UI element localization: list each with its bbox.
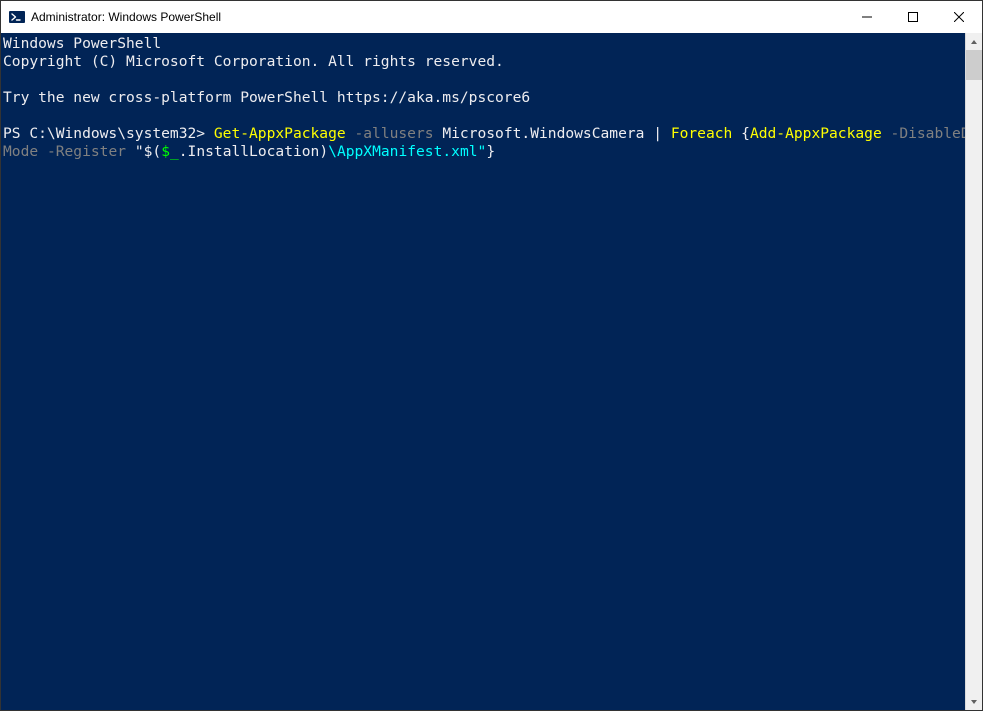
vertical-scrollbar[interactable] (965, 33, 982, 710)
titlebar[interactable]: Administrator: Windows PowerShell (1, 1, 982, 33)
cmdlet: Foreach (671, 125, 733, 142)
minimize-button[interactable] (844, 1, 890, 33)
string-path: \AppXManifest.xml" (328, 143, 486, 160)
parameter: -allusers (354, 125, 433, 142)
powershell-icon (9, 9, 25, 25)
brace: { (741, 125, 750, 142)
window-controls (844, 1, 982, 33)
scroll-down-button[interactable] (966, 693, 982, 710)
variable: $_ (161, 143, 179, 160)
output-line: Try the new cross-platform PowerShell ht… (3, 89, 530, 106)
scroll-thumb[interactable] (966, 50, 982, 80)
close-button[interactable] (936, 1, 982, 33)
terminal-area: Windows PowerShell Copyright (C) Microso… (1, 33, 982, 710)
brace-close: } (486, 143, 495, 160)
powershell-window: Administrator: Windows PowerShell Window… (0, 0, 983, 711)
terminal-output[interactable]: Windows PowerShell Copyright (C) Microso… (1, 33, 965, 710)
parameter-cont: Mode (3, 143, 38, 160)
string-start: "$( (135, 143, 161, 160)
output-line: Windows PowerShell (3, 35, 161, 52)
scroll-track[interactable] (966, 50, 982, 693)
cmdlet: Get-AppxPackage (214, 125, 346, 142)
paren-close: ) (319, 143, 328, 160)
argument: Microsoft.WindowsCamera (442, 125, 644, 142)
parameter: -DisableDevelopment (891, 125, 965, 142)
window-title: Administrator: Windows PowerShell (31, 10, 221, 24)
maximize-button[interactable] (890, 1, 936, 33)
pipe: | (653, 125, 662, 142)
parameter: -Register (47, 143, 126, 160)
cmdlet: Add-AppxPackage (750, 125, 882, 142)
output-line: Copyright (C) Microsoft Corporation. All… (3, 53, 504, 70)
scroll-up-button[interactable] (966, 33, 982, 50)
property: .InstallLocation (179, 143, 320, 160)
prompt-text: PS C:\Windows\system32> (3, 125, 214, 142)
